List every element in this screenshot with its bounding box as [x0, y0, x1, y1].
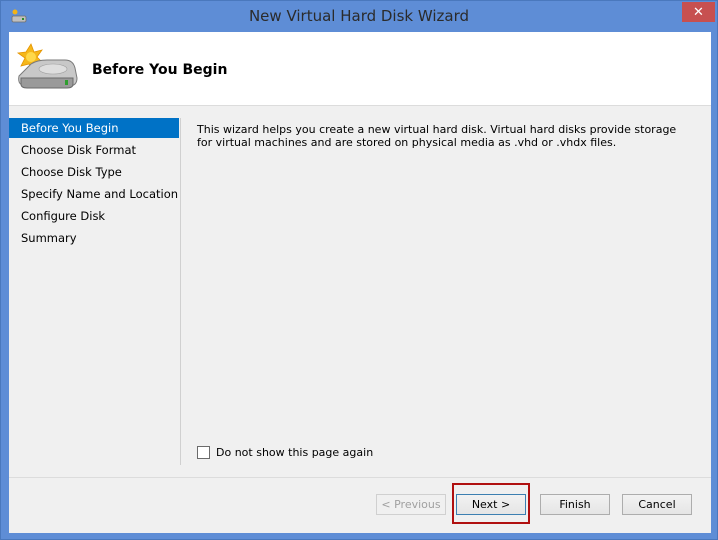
- next-button[interactable]: Next >: [456, 494, 526, 515]
- close-button[interactable]: ✕: [682, 2, 715, 22]
- nav-item-before-you-begin[interactable]: Before You Begin: [9, 118, 179, 138]
- nav-item-choose-disk-type[interactable]: Choose Disk Type: [9, 162, 179, 184]
- new-hard-disk-icon: [16, 43, 78, 89]
- close-icon: ✕: [693, 4, 704, 19]
- do-not-show-again-label[interactable]: Do not show this page again: [216, 446, 373, 459]
- window-title: New Virtual Hard Disk Wizard: [248, 7, 470, 25]
- wizard-window: New Virtual Hard Disk Wizard ✕ Before Yo…: [0, 0, 718, 540]
- page-title: Before You Begin: [92, 62, 228, 78]
- wizard-steps-nav: Before You Begin Choose Disk Format Choo…: [9, 118, 179, 250]
- nav-divider: [180, 118, 181, 465]
- nav-item-configure-disk[interactable]: Configure Disk: [9, 206, 179, 228]
- nav-item-summary[interactable]: Summary: [9, 228, 179, 250]
- cancel-button[interactable]: Cancel: [622, 494, 692, 515]
- title-bar[interactable]: New Virtual Hard Disk Wizard ✕: [1, 1, 717, 31]
- do-not-show-again-option[interactable]: Do not show this page again: [197, 445, 373, 459]
- previous-button[interactable]: < Previous: [376, 494, 446, 515]
- footer-divider: [9, 477, 711, 478]
- wizard-header: Before You Begin: [9, 32, 711, 106]
- nav-item-specify-name-and-location[interactable]: Specify Name and Location: [9, 184, 179, 206]
- do-not-show-again-checkbox[interactable]: [197, 445, 210, 459]
- wizard-body: Before You Begin Before You Begin Choose…: [9, 32, 711, 533]
- finish-button[interactable]: Finish: [540, 494, 610, 515]
- nav-item-choose-disk-format[interactable]: Choose Disk Format: [9, 140, 179, 162]
- wizard-description: This wizard helps you create a new virtu…: [197, 123, 677, 149]
